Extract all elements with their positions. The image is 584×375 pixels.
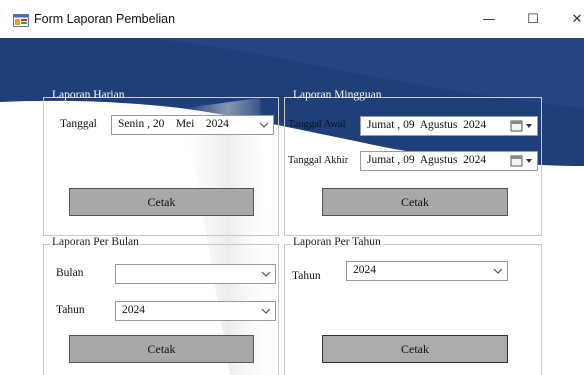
group-title-mingguan: Laporan Mingguan <box>293 89 382 101</box>
close-button[interactable]: ✕ <box>566 9 584 29</box>
app-icon <box>13 14 29 27</box>
client-area: Laporan Harian Tanggal Senin , 20 Mei 20… <box>0 38 584 375</box>
calendar-dropdown-icon <box>510 155 532 167</box>
minimize-button[interactable]: — <box>478 9 500 29</box>
tahun-select-bulan[interactable]: 2024 <box>115 301 276 321</box>
close-icon: ✕ <box>571 11 583 27</box>
tanggal-value: Senin , 20 Mei 2024 <box>118 118 229 130</box>
title-bar: Form Laporan Pembelian — ☐ ✕ <box>0 0 584 38</box>
tanggal-label: Tanggal <box>60 118 97 130</box>
tanggal-awal-date-picker[interactable]: Jumat , 09 Agustus 2024 <box>360 116 538 136</box>
maximize-button[interactable]: ☐ <box>522 9 544 29</box>
window-title: Form Laporan Pembelian <box>34 12 176 26</box>
tanggal-date-picker[interactable]: Senin , 20 Mei 2024 <box>111 115 274 135</box>
chevron-down-icon <box>259 122 269 128</box>
cetak-tahun-label: Cetak <box>401 341 429 356</box>
tanggal-awal-label: Tanggal Awal <box>288 119 346 130</box>
cetak-tahun-button[interactable]: Cetak <box>322 335 508 363</box>
tanggal-akhir-value: Jumat , 09 Agustus 2024 <box>367 154 487 166</box>
calendar-dropdown-icon <box>510 120 532 132</box>
bulan-label: Bulan <box>56 267 84 279</box>
chevron-down-icon <box>261 271 271 277</box>
tanggal-awal-value: Jumat , 09 Agustus 2024 <box>367 119 487 131</box>
tahun-value-tahun: 2024 <box>353 264 376 276</box>
cetak-mingguan-label: Cetak <box>401 194 429 209</box>
tahun-label-tahun: Tahun <box>292 270 321 282</box>
tanggal-akhir-label: Tanggal Akhir <box>288 155 349 166</box>
cetak-bulan-button[interactable]: Cetak <box>69 335 254 363</box>
cetak-harian-button[interactable]: Cetak <box>69 188 254 216</box>
bulan-select[interactable] <box>115 264 276 284</box>
cetak-bulan-label: Cetak <box>147 341 176 356</box>
tahun-value-bulan: 2024 <box>122 304 145 316</box>
tahun-label-bulan: Tahun <box>56 304 85 316</box>
maximize-icon: ☐ <box>527 11 539 27</box>
cetak-harian-label: Cetak <box>147 194 176 209</box>
group-title-tahun: Laporan Per Tahun <box>291 236 383 248</box>
form-window: Form Laporan Pembelian — ☐ ✕ Laporan Har… <box>0 0 584 375</box>
chevron-down-icon <box>261 308 271 314</box>
group-title-bulan: Laporan Per Bulan <box>50 236 141 248</box>
cetak-mingguan-button[interactable]: Cetak <box>322 188 508 216</box>
chevron-down-icon <box>493 268 503 274</box>
tanggal-akhir-date-picker[interactable]: Jumat , 09 Agustus 2024 <box>360 151 538 171</box>
minimize-icon: — <box>482 11 496 27</box>
tahun-select-tahun[interactable]: 2024 <box>346 261 508 281</box>
group-title-harian: Laporan Harian <box>52 89 125 101</box>
